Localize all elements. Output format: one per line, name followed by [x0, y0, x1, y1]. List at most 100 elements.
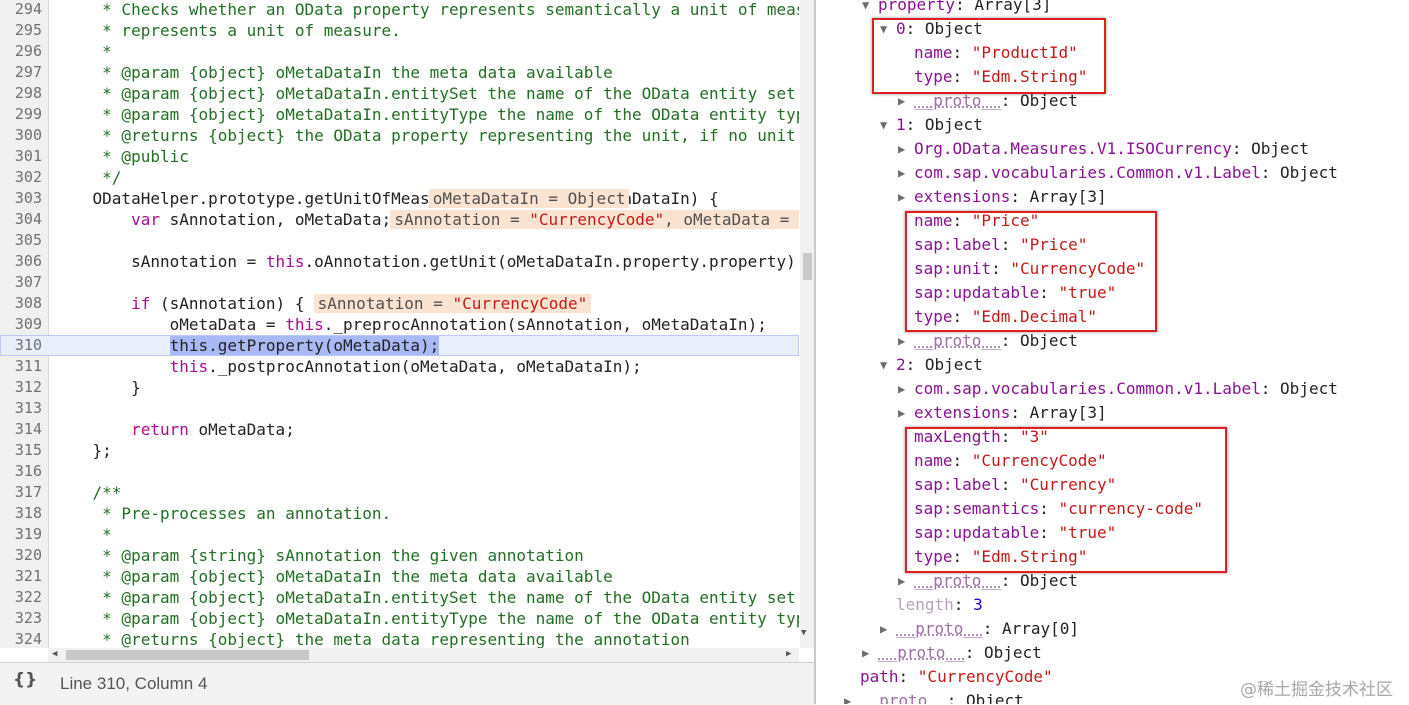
line-number[interactable]: 308 [0, 293, 42, 314]
code-line[interactable]: 324 * @returns {object} the meta data re… [0, 629, 799, 648]
line-number[interactable]: 312 [0, 377, 42, 398]
expanded-triangle-icon[interactable]: ▼ [880, 113, 896, 137]
collapsed-triangle-icon[interactable]: ▶ [880, 617, 896, 641]
code-line-current[interactable]: 310 this.getProperty(oMetaData); [0, 335, 799, 356]
code-line[interactable]: 320 * @param {string} sAnnotation the gi… [0, 545, 799, 566]
code-line[interactable]: 304 var sAnnotation, oMetaData; sAnnotati… [0, 209, 799, 230]
line-number[interactable]: 299 [0, 104, 42, 125]
line-number[interactable]: 315 [0, 440, 42, 461]
vertical-scroll-thumb[interactable] [803, 253, 812, 280]
line-number[interactable]: 313 [0, 398, 42, 419]
line-number[interactable]: 323 [0, 608, 42, 629]
code-line[interactable]: 301 * @public [0, 146, 799, 167]
collapsed-triangle-icon[interactable]: ▶ [898, 329, 914, 353]
code-line[interactable]: 307 [0, 272, 799, 293]
code-line[interactable]: 319 * [0, 524, 799, 545]
line-number[interactable]: 298 [0, 83, 42, 104]
code-line[interactable]: 297 * @param {object} oMetaDataIn the me… [0, 62, 799, 83]
tree-node-expandable[interactable]: ▶ com.sap.vocabularies.Common.v1.Label: O… [898, 161, 1338, 185]
code-text: sAnnotation = this.oAnnotation.getUnit(o… [54, 251, 799, 272]
code-text: * @param {object} oMetaDataIn.entityType… [54, 104, 799, 125]
line-number[interactable]: 295 [0, 20, 42, 41]
line-number[interactable]: 303 [0, 188, 42, 209]
tree-node-expandable[interactable]: ▶ __proto__: Array[0] [880, 617, 1079, 641]
code-line[interactable]: 318 * Pre-processes an annotation. [0, 503, 799, 524]
collapsed-triangle-icon[interactable]: ▶ [898, 401, 914, 425]
tree-node-expandable[interactable]: ▶ extensions: Array[3] [898, 185, 1107, 209]
line-number[interactable]: 324 [0, 629, 42, 648]
line-number[interactable]: 296 [0, 41, 42, 62]
code-text: * [54, 41, 112, 62]
collapsed-triangle-icon[interactable]: ▶ [844, 689, 860, 704]
code-line[interactable]: 313 [0, 398, 799, 419]
code-line[interactable]: 296 * [0, 41, 799, 62]
line-number[interactable]: 302 [0, 167, 42, 188]
line-number[interactable]: 310 [0, 335, 42, 356]
collapsed-triangle-icon[interactable]: ▶ [862, 641, 878, 665]
scroll-down-arrow-icon[interactable]: ▼ [801, 628, 806, 638]
line-number[interactable]: 300 [0, 125, 42, 146]
vertical-scrollbar[interactable] [800, 0, 814, 648]
code-token: * @param {object} oMetaDataIn.entityType… [54, 105, 799, 124]
line-number[interactable]: 320 [0, 545, 42, 566]
pretty-print-button[interactable]: {} [13, 670, 37, 690]
code-token: .oAnnotation.getUnit(oMetaDataIn.propert… [304, 252, 799, 271]
tree-node-expandable[interactable]: ▶ Org.OData.Measures.V1.ISOCurrency: Obje… [898, 137, 1309, 161]
collapsed-triangle-icon[interactable]: ▶ [898, 161, 914, 185]
line-number[interactable]: 316 [0, 461, 42, 482]
code-line[interactable]: 322 * @param {object} oMetaDataIn.entity… [0, 587, 799, 608]
line-number[interactable]: 304 [0, 209, 42, 230]
line-number[interactable]: 314 [0, 419, 42, 440]
line-number[interactable]: 321 [0, 566, 42, 587]
code-line[interactable]: 305 [0, 230, 799, 251]
code-line[interactable]: 311 this._postprocAnnotation(oMetaData, … [0, 356, 799, 377]
code-line[interactable]: 303 ODataHelper.prototype.getUnitOfMeasu… [0, 188, 799, 209]
line-number[interactable]: 317 [0, 482, 42, 503]
line-number[interactable]: 306 [0, 251, 42, 272]
code-line[interactable]: 317 /** [0, 482, 799, 503]
line-number[interactable]: 301 [0, 146, 42, 167]
code-line[interactable]: 302 */ [0, 167, 799, 188]
line-number[interactable]: 305 [0, 230, 42, 251]
line-number[interactable]: 297 [0, 62, 42, 83]
line-number[interactable]: 318 [0, 503, 42, 524]
code-line[interactable]: 315 }; [0, 440, 799, 461]
tree-node-expandable[interactable]: ▶ extensions: Array[3] [898, 401, 1107, 425]
code-line[interactable]: 321 * @param {object} oMetaDataIn the me… [0, 566, 799, 587]
line-number[interactable]: 319 [0, 524, 42, 545]
horizontal-scroll-thumb[interactable] [66, 650, 309, 660]
tree-node-expandable[interactable]: ▶ __proto__: Object [898, 329, 1078, 353]
tree-node-expandable[interactable]: ▶ com.sap.vocabularies.Common.v1.Label: O… [898, 377, 1338, 401]
expanded-triangle-icon[interactable]: ▼ [880, 353, 896, 377]
line-number[interactable]: 311 [0, 356, 42, 377]
code-line[interactable]: 295 * represents a unit of measure. [0, 20, 799, 41]
code-line[interactable]: 294 * Checks whether an OData property r… [0, 0, 799, 20]
code-line[interactable]: 314 return oMetaData; [0, 419, 799, 440]
collapsed-triangle-icon[interactable]: ▶ [898, 137, 914, 161]
line-number[interactable]: 309 [0, 314, 42, 335]
tree-node-expandable[interactable]: ▼ 2: Object [880, 353, 983, 377]
code-line[interactable]: 308 if (sAnnotation) {sAnnotation = "Cur… [0, 293, 799, 314]
line-number[interactable]: 322 [0, 587, 42, 608]
code-line[interactable]: 300 * @returns {object} the OData proper… [0, 125, 799, 146]
line-number[interactable]: 294 [0, 0, 42, 20]
tree-node-expandable[interactable]: ▶ __proto__: Object [844, 689, 1024, 704]
code-line[interactable]: 309 oMetaData = this._preprocAnnotation(… [0, 314, 799, 335]
code-line[interactable]: 316 [0, 461, 799, 482]
code-area[interactable]: 294 * Checks whether an OData property r… [0, 0, 799, 648]
scroll-left-arrow-icon[interactable]: ◀ [52, 649, 57, 659]
scroll-right-arrow-icon[interactable]: ▶ [786, 649, 791, 659]
inline-value-token: "CurrencyCode" [529, 210, 665, 229]
code-line[interactable]: 312 } [0, 377, 799, 398]
code-line[interactable]: 306 sAnnotation = this.oAnnotation.getUn… [0, 251, 799, 272]
tree-node-expandable[interactable]: ▼ property: Array[3] [862, 0, 1051, 17]
expanded-triangle-icon[interactable]: ▼ [862, 0, 878, 17]
code-line[interactable]: 298 * @param {object} oMetaDataIn.entity… [0, 83, 799, 104]
tree-node-expandable[interactable]: ▶ __proto__: Object [862, 641, 1042, 665]
tree-node-expandable[interactable]: ▼ 1: Object [880, 113, 983, 137]
code-line[interactable]: 299 * @param {object} oMetaDataIn.entity… [0, 104, 799, 125]
line-number[interactable]: 307 [0, 272, 42, 293]
collapsed-triangle-icon[interactable]: ▶ [898, 185, 914, 209]
code-line[interactable]: 323 * @param {object} oMetaDataIn.entity… [0, 608, 799, 629]
collapsed-triangle-icon[interactable]: ▶ [898, 377, 914, 401]
